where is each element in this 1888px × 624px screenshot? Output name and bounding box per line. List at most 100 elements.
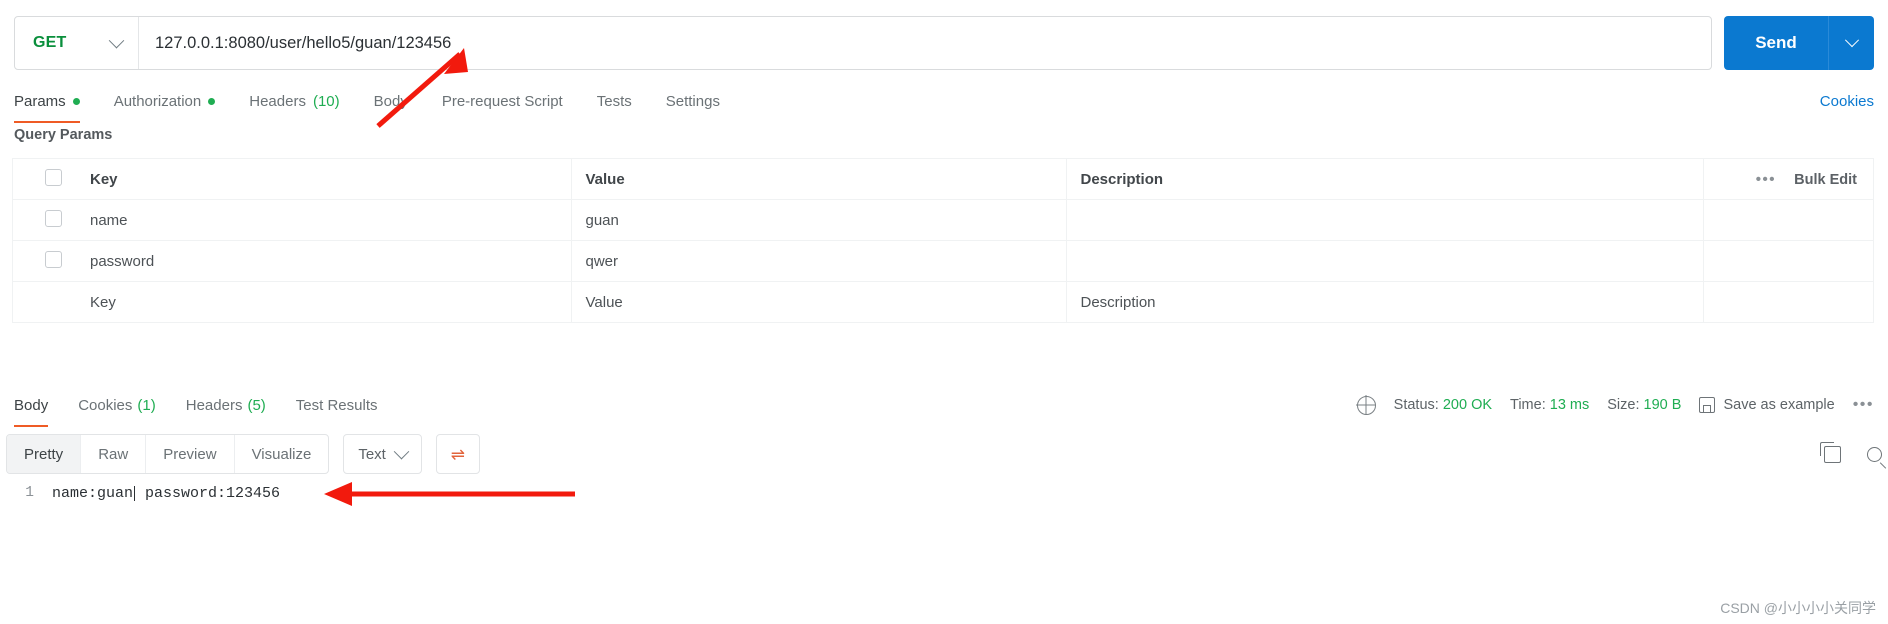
text-cursor xyxy=(134,485,136,501)
response-tab-body[interactable]: Body xyxy=(14,387,49,427)
line-number: 1 xyxy=(25,485,34,501)
param-key[interactable]: password xyxy=(76,240,572,282)
param-description[interactable] xyxy=(1065,240,1704,282)
request-tabs: Params Authorization Headers (10) Body P… xyxy=(14,83,1874,123)
tab-params-label: Params xyxy=(14,92,66,110)
response-body-text-before[interactable]: name:guan xyxy=(52,485,133,502)
response-tabs: Body Cookies (1) Headers (5) Test Result… xyxy=(0,387,1888,427)
copy-icon[interactable] xyxy=(1820,441,1841,463)
view-mode-preview[interactable]: Preview xyxy=(146,435,235,473)
tab-authorization[interactable]: Authorization xyxy=(114,83,216,119)
response-tab-headers-count: (5) xyxy=(247,396,266,414)
code-line: 1 name:guan password:123456 xyxy=(0,480,1888,506)
row-actions-cell xyxy=(1703,199,1874,241)
tab-headers[interactable]: Headers (10) xyxy=(249,83,339,119)
tab-headers-count: (10) xyxy=(312,92,340,110)
time-label: Time: xyxy=(1510,397,1546,413)
url-input[interactable] xyxy=(139,17,1711,69)
response-tab-cookies-count: (1) xyxy=(137,396,156,414)
column-header-description: Description xyxy=(1065,158,1704,200)
response-tab-cookies[interactable]: Cookies (1) xyxy=(78,387,156,423)
status-value: 200 OK xyxy=(1442,397,1493,413)
more-options-icon[interactable]: ••• xyxy=(1756,171,1776,188)
tab-params[interactable]: Params xyxy=(14,83,80,123)
table-actions-cell: ••• Bulk Edit xyxy=(1703,158,1874,200)
send-button-group: Send xyxy=(1724,16,1874,70)
select-all-cell xyxy=(12,158,76,200)
save-icon xyxy=(1699,397,1716,413)
send-button[interactable]: Send xyxy=(1724,16,1828,70)
tab-tests[interactable]: Tests xyxy=(597,83,632,119)
row-actions-cell xyxy=(1703,281,1874,323)
response-status-bar: Status: 200 OK Time: 13 ms Size: 190 B S… xyxy=(1356,395,1874,415)
tab-headers-label: Headers xyxy=(249,92,306,110)
query-params-title: Query Params xyxy=(14,127,113,143)
response-tab-test-results[interactable]: Test Results xyxy=(296,387,378,423)
format-label: Text xyxy=(358,445,386,463)
bulk-edit-button[interactable]: Bulk Edit xyxy=(1794,172,1857,188)
response-body-text-after[interactable]: password:123456 xyxy=(136,485,280,502)
globe-icon[interactable] xyxy=(1356,395,1376,415)
response-tab-cookies-label: Cookies xyxy=(78,396,133,414)
new-param-description-input[interactable]: Description xyxy=(1065,281,1704,323)
query-params-table: Key Value Description ••• Bulk Edit name… xyxy=(12,158,1874,323)
response-tab-headers[interactable]: Headers (5) xyxy=(186,387,266,423)
size-group: Size: 190 B xyxy=(1607,397,1681,413)
new-param-key-input[interactable]: Key xyxy=(76,281,572,323)
modified-dot-icon xyxy=(208,97,216,105)
time-group: Time: 13 ms xyxy=(1510,397,1589,413)
tab-body-label: Body xyxy=(373,92,408,110)
table-row: password qwer xyxy=(12,240,1874,282)
view-mode-raw[interactable]: Raw xyxy=(81,435,147,473)
cookies-link[interactable]: Cookies xyxy=(1820,93,1874,110)
search-icon[interactable] xyxy=(1867,446,1882,462)
tab-pre-request-script[interactable]: Pre-request Script xyxy=(442,83,563,119)
table-header-row: Key Value Description ••• Bulk Edit xyxy=(12,158,1874,200)
response-body-code: 1 name:guan password:123456 xyxy=(0,480,1888,540)
view-mode-group: Pretty Raw Preview Visualize xyxy=(6,434,330,474)
format-select[interactable]: Text xyxy=(343,434,422,474)
tab-authorization-label: Authorization xyxy=(113,92,202,110)
param-description[interactable] xyxy=(1065,199,1704,241)
param-key[interactable]: name xyxy=(76,199,572,241)
response-tab-body-label: Body xyxy=(14,396,49,414)
status-label: Status: xyxy=(1393,397,1439,413)
row-select-cell xyxy=(12,281,76,323)
wrap-lines-button[interactable]: ⇌ xyxy=(435,434,480,474)
http-method-select[interactable]: GET xyxy=(15,17,139,69)
response-more-options-icon[interactable]: ••• xyxy=(1853,396,1874,414)
view-mode-visualize[interactable]: Visualize xyxy=(235,435,329,473)
wrap-lines-icon: ⇌ xyxy=(450,444,465,464)
status-group: Status: 200 OK xyxy=(1394,397,1492,413)
view-mode-pretty[interactable]: Pretty xyxy=(7,435,82,473)
response-tab-headers-label: Headers xyxy=(185,396,243,414)
param-value[interactable]: qwer xyxy=(570,240,1067,282)
new-param-value-input[interactable]: Value xyxy=(570,281,1067,323)
time-value: 13 ms xyxy=(1549,397,1590,413)
table-row-empty: Key Value Description xyxy=(12,281,1874,323)
column-header-key: Key xyxy=(76,158,572,200)
modified-dot-icon xyxy=(72,97,80,105)
response-tab-test-results-label: Test Results xyxy=(295,396,378,414)
row-select-cell xyxy=(12,240,76,282)
size-value: 190 B xyxy=(1643,397,1682,413)
table-row: name guan xyxy=(12,199,1874,241)
url-input-group: GET xyxy=(14,16,1712,70)
body-toolbar-actions xyxy=(1820,441,1882,463)
param-value[interactable]: guan xyxy=(570,199,1067,241)
chevron-down-icon xyxy=(108,32,125,48)
select-all-checkbox[interactable] xyxy=(45,168,62,186)
row-checkbox[interactable] xyxy=(45,209,62,227)
row-select-cell xyxy=(12,199,76,241)
tab-settings[interactable]: Settings xyxy=(666,83,720,119)
row-checkbox[interactable] xyxy=(45,250,62,268)
save-as-example-label: Save as example xyxy=(1723,397,1835,413)
tab-tests-label: Tests xyxy=(596,92,632,110)
http-method-label: GET xyxy=(33,34,67,51)
watermark: CSDN @小小小小关同学 xyxy=(1720,600,1876,616)
request-url-bar: GET Send xyxy=(14,16,1874,70)
chevron-down-icon xyxy=(393,443,410,459)
save-as-example-button[interactable]: Save as example xyxy=(1699,397,1835,413)
tab-body[interactable]: Body xyxy=(374,83,408,119)
send-options-button[interactable] xyxy=(1828,16,1874,70)
